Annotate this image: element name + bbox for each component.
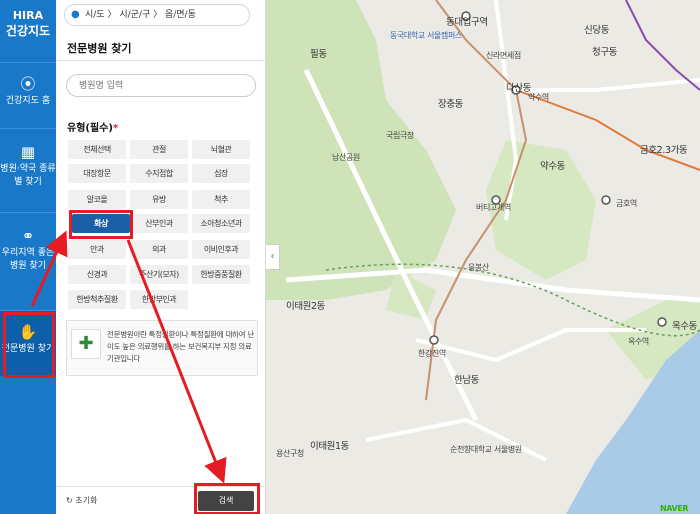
map-label: 한남동	[454, 375, 480, 386]
nav-item-label: 건강지도 홈	[5, 96, 51, 106]
hira-logo[interactable]: HIRA 건강지도	[0, 0, 56, 48]
map-label: 응봉산	[468, 263, 489, 272]
map-label: 금호역	[616, 199, 637, 208]
region-selector-text: 시/도 〉 시/군/구 〉 읍/면/동	[85, 10, 196, 20]
logo-line1: HIRA	[12, 9, 44, 22]
map-label: 금호2.3가동	[640, 145, 688, 156]
nav-item-health-map-home[interactable]: ⦿ 건강지도 홈	[0, 62, 56, 122]
highlight-box-nav	[3, 312, 55, 378]
nav-item-good-local-hospital[interactable]: ⚭ 우리지역 좋은병원 찾기	[0, 212, 56, 302]
type-tag[interactable]: 한방척추질환	[68, 290, 126, 309]
collapse-panel-button[interactable]: ‹	[266, 244, 280, 270]
type-tag[interactable]: 수지접합	[130, 164, 188, 183]
map-label: 신당동	[584, 25, 610, 36]
ministry-logo-icon: ✚	[71, 329, 101, 359]
map-canvas	[266, 0, 700, 514]
map-label: 한강진역	[418, 349, 446, 358]
bottom-bar: ↻ 초기화 검색	[56, 483, 266, 514]
type-tag[interactable]: 주산기(모자)	[130, 265, 188, 284]
naver-logo: NAVER	[660, 504, 689, 513]
map-label: 옥수동	[672, 321, 698, 332]
map-label: 옥수역	[628, 337, 649, 346]
reset-label: 초기화	[75, 496, 98, 505]
map-label: 남산공원	[332, 153, 360, 162]
map-label: 신라면세점	[486, 51, 521, 60]
map-label: 이태원1동	[310, 441, 350, 452]
highlight-box-search	[194, 483, 260, 514]
left-navigation: HIRA 건강지도 ⦿ 건강지도 홈 ▦ 병원·약국 종류별 찾기 ⚭ 우리지역…	[0, 0, 56, 514]
highlight-box-selected-type	[69, 210, 133, 239]
type-tag[interactable]: 대장항문	[68, 164, 126, 183]
type-tag[interactable]: 전체선택	[68, 140, 126, 159]
type-tag[interactable]: 소아청소년과	[192, 214, 250, 233]
type-tag[interactable]: 안과	[68, 240, 126, 259]
type-tag[interactable]: 한방중풍질환	[192, 265, 250, 284]
map-label: 동국대학교 서울캠퍼스	[390, 31, 462, 40]
type-tag[interactable]: 유방	[130, 190, 188, 209]
map-label: 장충동	[438, 99, 464, 110]
hospital-name-input[interactable]	[66, 74, 256, 97]
type-tag[interactable]: 외과	[130, 240, 188, 259]
refresh-icon: ↻	[66, 496, 73, 505]
type-tag[interactable]: 한방부인과	[130, 290, 188, 309]
map-label: 필동	[310, 49, 327, 60]
map-label: 국립극장	[386, 131, 414, 140]
type-label: 유형(필수)*	[67, 119, 118, 134]
type-label-text: 유형(필수)	[67, 123, 113, 134]
map-label: 버티고개역	[476, 203, 511, 212]
logo-line2: 건강지도	[5, 24, 51, 38]
location-pin-icon: ⦿	[20, 75, 36, 93]
map-label: 약수역	[528, 93, 549, 102]
binoculars-icon: ⚭	[21, 227, 35, 245]
nav-item-hospital-type-search[interactable]: ▦ 병원·약국 종류별 찾기	[0, 128, 56, 210]
type-tag[interactable]: 신경과	[68, 265, 126, 284]
region-selector[interactable]: ● 시/도 〉 시/군/구 〉 읍/면/동	[64, 4, 250, 26]
type-tag[interactable]: 척추	[192, 190, 250, 209]
location-pin-icon: ●	[71, 9, 80, 20]
map-view[interactable]: ‹ 동대입구역 신당동 청구동 필동 동국대학교 서울캠퍼스 신라면세점 다산동…	[266, 0, 700, 514]
required-mark: *	[112, 123, 119, 134]
type-tag[interactable]: 알코올	[68, 190, 126, 209]
map-label: 약수동	[540, 161, 566, 172]
search-panel: ● 시/도 〉 시/군/구 〉 읍/면/동 전문병원 찾기 유형(필수)* 전체…	[56, 0, 266, 514]
type-tag[interactable]: 산부인과	[130, 214, 188, 233]
nav-item-label: 우리지역 좋은병원 찾기	[1, 248, 55, 271]
type-tag[interactable]: 심장	[192, 164, 250, 183]
type-tag[interactable]: 관절	[130, 140, 188, 159]
map-label: 동대입구역	[446, 17, 488, 28]
type-tag[interactable]: 뇌혈관	[192, 140, 250, 159]
nav-item-label: 병원·약국 종류별 찾기	[0, 164, 56, 187]
info-box: ✚ 전문병원이란 특정질환이나 특정질환에 대하여 난이도 높은 의료행위를 하…	[66, 320, 258, 376]
map-label: 이태원2동	[286, 301, 326, 312]
panel-title: 전문병원 찾기	[67, 42, 132, 55]
map-label: 용산구청	[276, 449, 304, 458]
map-label: 순천향대학교 서울병원	[450, 445, 522, 454]
hospital-building-icon: ▦	[20, 143, 36, 161]
info-text: 전문병원이란 특정질환이나 특정질환에 대하여 난이도 높은 의료행위를 하는 …	[107, 330, 254, 363]
divider	[56, 60, 266, 61]
map-label: 청구동	[592, 47, 618, 58]
reset-button[interactable]: ↻ 초기화	[66, 495, 97, 506]
type-tag[interactable]: 이비인후과	[192, 240, 250, 259]
